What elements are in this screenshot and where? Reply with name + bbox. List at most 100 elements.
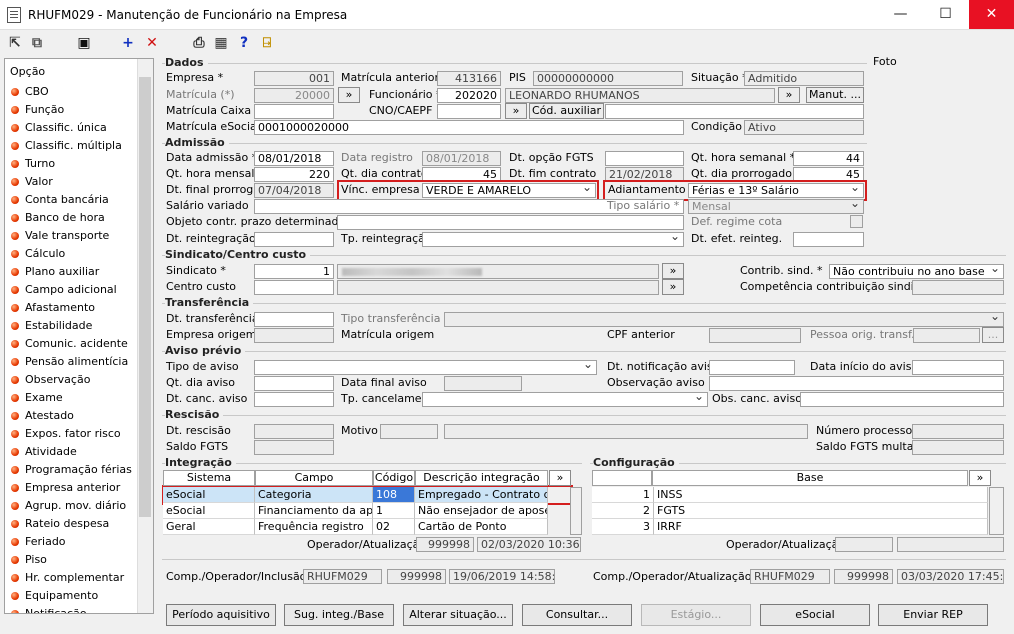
door-icon[interactable]: ⍈ <box>257 33 277 53</box>
tp-cancelamento-select[interactable] <box>422 392 708 407</box>
sug-integ-base-button[interactable]: Sug. integ./Base <box>284 604 394 626</box>
matricula-esocial-field[interactable]: 0001000020000 <box>254 120 684 135</box>
integracao-cell[interactable]: Categoria <box>255 487 373 503</box>
qt-hora-mensal-field[interactable]: 220 <box>254 167 334 182</box>
option-notificacao[interactable]: Notificação <box>11 605 87 613</box>
configuracao-index-cell[interactable]: 3 <box>592 519 654 535</box>
option-conta-bancaria[interactable]: Conta bancária <box>11 191 109 209</box>
tipo-aviso-select[interactable] <box>254 360 597 375</box>
matricula-caixa-field[interactable] <box>254 104 334 119</box>
option-equipamento[interactable]: Equipamento <box>11 587 98 605</box>
maximize-button[interactable]: ☐ <box>923 0 968 29</box>
qt-dia-aviso-field[interactable] <box>254 376 334 391</box>
pessoa-orig-button[interactable]: ... <box>982 327 1004 343</box>
data-inicio-aviso-field[interactable] <box>912 360 1004 375</box>
enviar-rep-button[interactable]: Enviar REP <box>878 604 988 626</box>
integracao-cell[interactable]: Financiamento da apose <box>255 503 373 519</box>
estagio-button[interactable]: Estágio... <box>641 604 751 626</box>
option-plano-auxiliar[interactable]: Plano auxiliar <box>11 263 99 281</box>
configuracao-expand-button[interactable]: » <box>969 470 991 486</box>
dt-canc-aviso-field[interactable] <box>254 392 334 407</box>
configuracao-index-cell[interactable]: 2 <box>592 503 654 519</box>
option-banco-de-hora[interactable]: Banco de hora <box>11 209 105 227</box>
dt-efet-reinteg-field[interactable] <box>793 232 864 247</box>
configuracao-col-base[interactable]: Base <box>652 470 968 486</box>
periodo-aquisitivo-button[interactable]: Período aquisitivo ... <box>166 604 276 634</box>
integracao-cell[interactable]: 108 <box>373 487 415 503</box>
save-icon[interactable]: ▣ <box>74 33 94 53</box>
funcionario-field[interactable]: 202020 <box>437 88 501 103</box>
configuracao-index-cell[interactable]: 1 <box>592 487 654 503</box>
integracao-cell[interactable]: Cartão de Ponto <box>415 519 548 535</box>
option-empresa-anterior[interactable]: Empresa anterior <box>11 479 120 497</box>
option-feriado[interactable]: Feriado <box>11 533 66 551</box>
integracao-cell[interactable]: Não ensejador de aposentador <box>415 503 548 519</box>
option-valor[interactable]: Valor <box>11 173 53 191</box>
option-turno[interactable]: Turno <box>11 155 55 173</box>
option-atestado[interactable]: Atestado <box>11 407 74 425</box>
dt-reintegracao-field[interactable] <box>254 232 334 247</box>
manut-button[interactable]: Manut. ... <box>806 87 864 103</box>
centro-custo-lookup-button[interactable]: » <box>662 279 684 295</box>
option-exame[interactable]: Exame <box>11 389 63 407</box>
option-agrup-mov-diario[interactable]: Agrup. mov. diário <box>11 497 126 515</box>
option-observacao[interactable]: Observação <box>11 371 90 389</box>
exit-icon[interactable]: ⇱ <box>5 33 25 53</box>
option-pensao-alimenticia[interactable]: Pensão alimentícia <box>11 353 128 371</box>
option-calculo[interactable]: Cálculo <box>11 245 65 263</box>
option-expos-fator-risco[interactable]: Expos. fator risco <box>11 425 121 443</box>
copy-icon[interactable]: ⧉ <box>27 33 47 53</box>
options-scrollbar[interactable] <box>137 59 153 613</box>
obs-canc-aviso-field[interactable] <box>800 392 1004 407</box>
def-regime-cota-checkbox[interactable] <box>850 215 863 228</box>
esocial-button[interactable]: eSocial <box>760 604 870 626</box>
cno-lookup-button[interactable]: » <box>505 103 527 119</box>
cod-auxiliar-field[interactable] <box>605 104 864 119</box>
integracao-cell[interactable]: Geral <box>163 519 255 535</box>
option-atividade[interactable]: Atividade <box>11 443 77 461</box>
option-piso[interactable]: Piso <box>11 551 47 569</box>
dt-transferencia-field[interactable] <box>254 312 334 327</box>
print-icon[interactable]: ⎙ <box>189 33 209 53</box>
qt-hora-semanal-field[interactable]: 44 <box>793 151 864 166</box>
integracao-cell[interactable]: 1 <box>373 503 415 519</box>
option-classific-unica[interactable]: Classific. única <box>11 119 107 137</box>
integracao-expand-button[interactable]: » <box>549 470 571 486</box>
help-icon[interactable]: ? <box>234 33 254 53</box>
option-programacao-ferias[interactable]: Programação férias <box>11 461 132 479</box>
option-funcao[interactable]: Função <box>11 101 64 119</box>
observacao-aviso-field[interactable] <box>709 376 1004 391</box>
contrib-sind-select[interactable]: Não contribuiu no ano base <box>829 264 1004 279</box>
centro-custo-field[interactable] <box>254 280 334 295</box>
integracao-cell[interactable]: Empregado - Contrato de trabal <box>415 487 548 503</box>
integracao-col-sistema[interactable]: Sistema <box>163 470 255 486</box>
configuracao-scrollbar[interactable] <box>989 487 1004 535</box>
cod-auxiliar-button[interactable]: Cód. auxiliar <box>529 103 604 119</box>
configuracao-base-cell[interactable]: INSS <box>654 487 988 503</box>
integracao-col-descricao-integracao[interactable]: Descrição integração <box>415 470 548 486</box>
tp-reintegracao-select[interactable] <box>422 232 684 247</box>
option-vale-transporte[interactable]: Vale transporte <box>11 227 109 245</box>
configuracao-col-index[interactable] <box>592 470 652 486</box>
integracao-col-codigo[interactable]: Código <box>373 470 415 486</box>
option-campo-adicional[interactable]: Campo adicional <box>11 281 117 299</box>
dt-opcao-fgts-field[interactable] <box>605 151 684 166</box>
option-cbo[interactable]: CBO <box>11 83 49 101</box>
option-hr-complementar[interactable]: Hr. complementar <box>11 569 124 587</box>
configuracao-base-cell[interactable]: FGTS <box>654 503 988 519</box>
configuracao-base-cell[interactable]: IRRF <box>654 519 988 535</box>
cno-field[interactable] <box>437 104 501 119</box>
objeto-contr-field[interactable] <box>337 215 684 230</box>
sindicato-field[interactable]: 1 <box>254 264 334 279</box>
scrollbar-thumb[interactable] <box>139 77 151 517</box>
dt-notificacao-field[interactable] <box>709 360 795 375</box>
funcionario-lookup-button[interactable]: » <box>778 87 800 103</box>
option-rateio-despesa[interactable]: Rateio despesa <box>11 515 109 533</box>
alterar-situacao-button[interactable]: Alterar situação... <box>403 604 513 626</box>
option-classific-multipla[interactable]: Classific. múltipla <box>11 137 122 155</box>
add-icon[interactable]: + <box>118 33 138 53</box>
matricula-lookup-button[interactable]: » <box>338 87 360 103</box>
option-afastamento[interactable]: Afastamento <box>11 299 95 317</box>
consultar-button[interactable]: Consultar... <box>522 604 632 626</box>
integracao-cell[interactable]: eSocial <box>163 503 255 519</box>
